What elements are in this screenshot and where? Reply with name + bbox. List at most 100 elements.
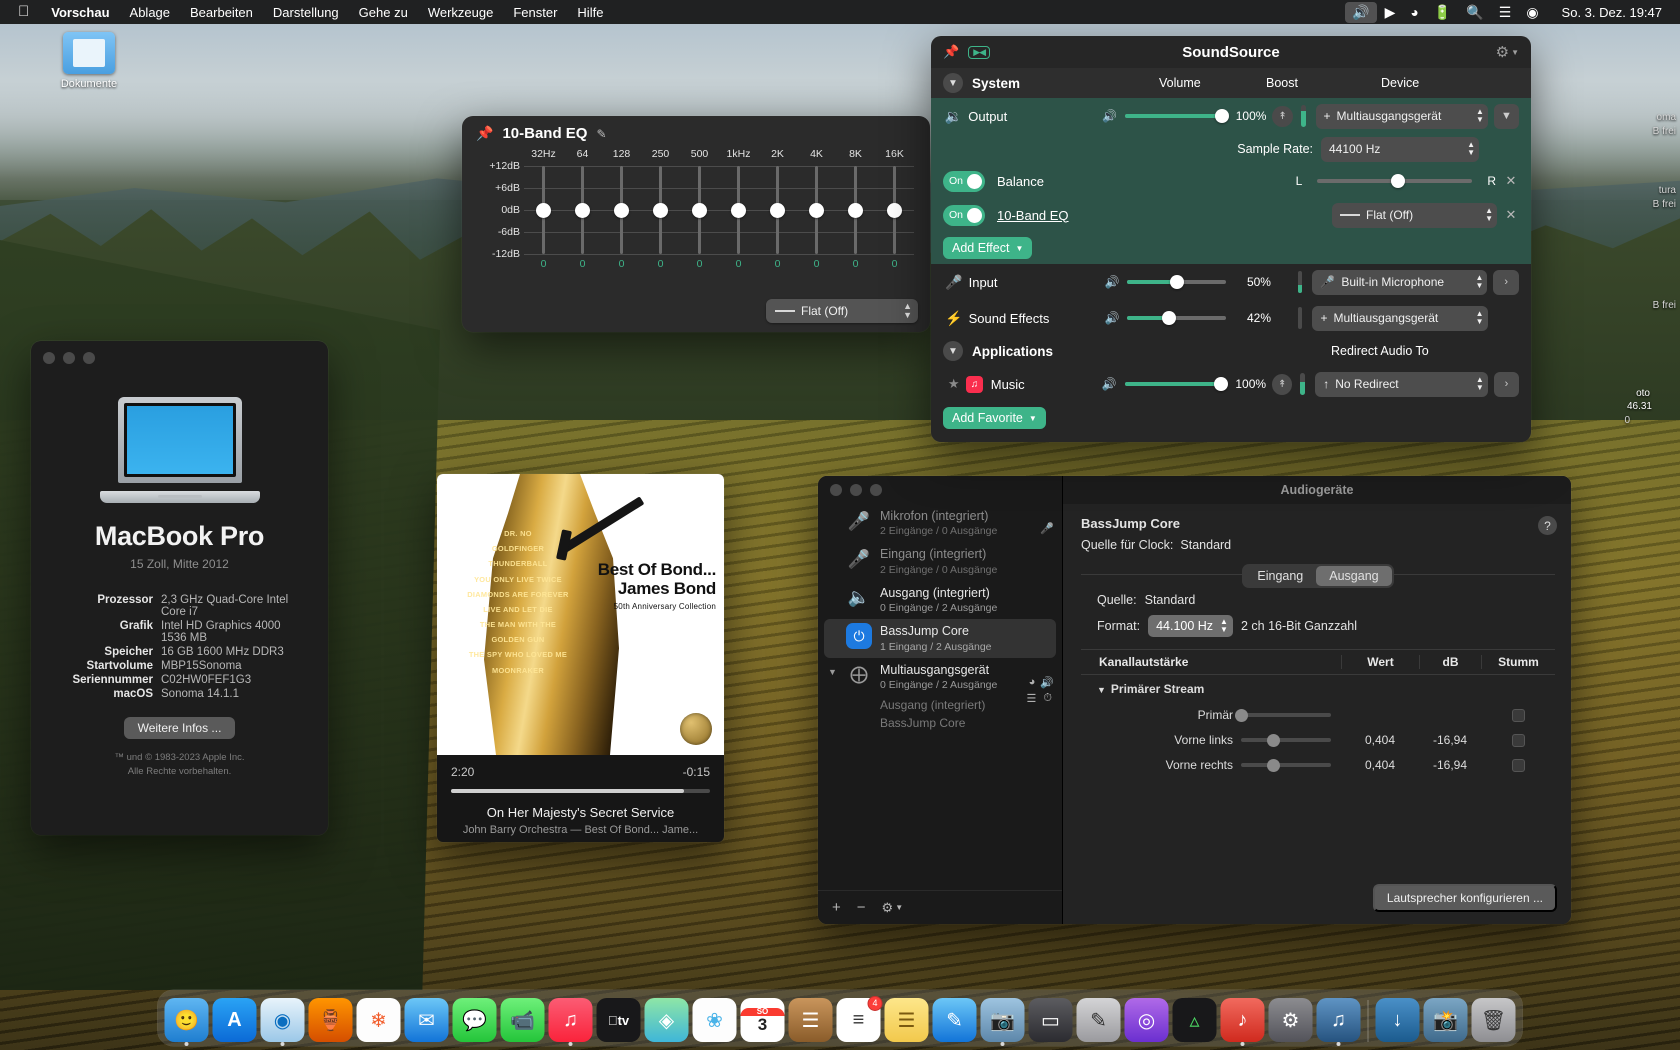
chevron-down-icon[interactable]: ▼: [828, 667, 837, 677]
dock-item-quicktime[interactable]: ▭: [1028, 998, 1073, 1042]
menu-item-ablage[interactable]: Ablage: [120, 5, 180, 20]
boost-icon[interactable]: ↟: [1272, 373, 1293, 395]
dock-item-reminders[interactable]: ≡ 4: [836, 996, 883, 1042]
minimize-button[interactable]: [850, 484, 862, 496]
eq-band-slider[interactable]: [680, 166, 719, 254]
eq-preset-select[interactable]: Flat (Off) ▲ ▼: [1332, 202, 1497, 228]
dock-item-facetime[interactable]: 📹: [500, 998, 545, 1042]
menubar-clock[interactable]: So. 3. Dez. 19:47: [1554, 5, 1672, 20]
dock-item-app-store[interactable]: A: [212, 998, 257, 1042]
eq-band-slider[interactable]: [602, 166, 641, 254]
dock-item-music[interactable]: ♫: [548, 998, 593, 1046]
tab-eingang[interactable]: Eingang: [1244, 566, 1316, 586]
list-item[interactable]: 🎤 Mikrofon (integriert) 2 Eingänge / 0 A…: [818, 504, 1062, 542]
music-redirect-select[interactable]: ↑ No Redirect ▲ ▼: [1315, 371, 1488, 397]
minimize-button[interactable]: [63, 352, 75, 364]
dock-item-finder[interactable]: 🙂: [164, 998, 209, 1046]
menu-item-bearbeiten[interactable]: Bearbeiten: [180, 5, 263, 20]
mute-checkbox[interactable]: [1511, 758, 1525, 772]
input-disclosure-button[interactable]: ›: [1493, 269, 1519, 295]
eq-effect-label[interactable]: 10-Band EQ: [997, 208, 1069, 223]
eq-band-knob[interactable]: [887, 202, 902, 218]
dock-item-screenshot[interactable]: 📸: [1423, 998, 1468, 1042]
list-item[interactable]: BassJump Core: [818, 714, 1062, 732]
eq-band-knob[interactable]: [731, 202, 746, 218]
slider-knob[interactable]: [1234, 708, 1248, 722]
menu-item-darstellung[interactable]: Darstellung: [263, 5, 349, 20]
eq-band-knob[interactable]: [692, 202, 707, 218]
slider-knob[interactable]: [1169, 275, 1184, 289]
channel-volume-slider[interactable]: [1234, 708, 1331, 722]
output-device-select[interactable]: + Multiausgangsgerät ▲ ▼: [1315, 103, 1488, 129]
slider-knob[interactable]: [1161, 311, 1176, 325]
remove-icon[interactable]: −: [857, 899, 866, 916]
dock-item-safari[interactable]: ◉: [260, 998, 305, 1046]
eq-band-knob[interactable]: [614, 202, 629, 218]
sample-rate-select[interactable]: 44100 Hz ▲ ▼: [1321, 136, 1479, 162]
dock-item-preview[interactable]: 📷: [980, 998, 1025, 1046]
eq-band-slider[interactable]: [758, 166, 797, 254]
dock-item-downloads-stack[interactable]: ↓: [1375, 998, 1420, 1042]
eq-band-knob[interactable]: [653, 202, 668, 218]
list-item[interactable]: 🔈 Ausgang (integriert) 0 Eingänge / 2 Au…: [818, 581, 1062, 619]
dock-item-system-settings[interactable]: ⚙: [1268, 998, 1313, 1042]
eq-band-slider[interactable]: [641, 166, 680, 254]
close-icon[interactable]: ✕: [1503, 173, 1519, 189]
mute-checkbox[interactable]: [1511, 708, 1525, 722]
zoom-button[interactable]: [870, 484, 882, 496]
action-gear-icon[interactable]: ⚙ ▼: [882, 900, 904, 916]
configure-speakers-button[interactable]: Lautsprecher konfigurieren ...: [1372, 884, 1557, 912]
eq-band-slider[interactable]: [836, 166, 875, 254]
dock-item-calendar[interactable]: SO 3: [740, 998, 785, 1042]
window-controls[interactable]: [43, 352, 95, 364]
music-volume-slider[interactable]: [1124, 377, 1229, 391]
ams-titlebar[interactable]: [818, 476, 1062, 504]
balance-toggle[interactable]: On: [943, 170, 985, 192]
zoom-button[interactable]: [83, 352, 95, 364]
channel-volume-slider[interactable]: [1241, 758, 1331, 772]
dock-item-textedit[interactable]: ✎: [1076, 998, 1121, 1042]
add-icon[interactable]: +: [832, 899, 841, 916]
dock-item-messages[interactable]: 💬: [452, 998, 497, 1042]
dock-item-audio-midi-setup[interactable]: ♫: [1316, 998, 1361, 1046]
list-item[interactable]: 🎤 Eingang (integriert) 2 Eingänge / 0 Au…: [818, 542, 1062, 580]
list-item[interactable]: ⏻ BassJump Core 1 Eingang / 2 Ausgänge: [824, 619, 1056, 658]
slider-knob[interactable]: [1214, 377, 1229, 391]
menu-item-werkzeuge[interactable]: Werkzeuge: [418, 5, 504, 20]
eq-band-slider[interactable]: [797, 166, 836, 254]
dock-item-photos[interactable]: ❄: [356, 998, 401, 1042]
star-icon[interactable]: ★: [943, 376, 964, 392]
output-volume-slider[interactable]: [1125, 109, 1229, 123]
wifi-icon[interactable]: ◕: [1403, 2, 1425, 22]
dock-item-podcasts[interactable]: ◎: [1124, 998, 1169, 1042]
stream-group-row[interactable]: ▼ Primärer Stream: [1081, 675, 1555, 700]
dock-item-trash[interactable]: 🗑: [1471, 998, 1516, 1042]
eq-band-knob[interactable]: [770, 202, 785, 218]
pin-icon[interactable]: 📌: [476, 125, 493, 142]
playback-icon[interactable]: ▶: [1378, 2, 1403, 23]
pencil-icon[interactable]: ✎: [596, 127, 606, 141]
battery-charging-icon[interactable]: 🔋: [1427, 2, 1458, 23]
control-center-icon[interactable]: ☰: [1492, 2, 1519, 23]
desktop-icon-dokumente[interactable]: Dokumente: [46, 32, 132, 90]
eq-band-slider[interactable]: [524, 166, 563, 254]
eq-band-slider[interactable]: [563, 166, 602, 254]
pin-icon[interactable]: 📌: [943, 44, 959, 60]
slider-knob[interactable]: [1266, 758, 1280, 772]
slider-knob[interactable]: [1390, 174, 1405, 188]
spotlight-search-icon[interactable]: 🔍: [1459, 2, 1490, 23]
gear-icon[interactable]: ⚙ ▼: [1496, 43, 1519, 61]
eq-band-knob[interactable]: [575, 202, 590, 218]
more-info-button[interactable]: Weitere Infos ...: [123, 717, 236, 739]
close-button[interactable]: [830, 484, 842, 496]
input-device-select[interactable]: 🎤 Built-in Microphone ▲ ▼: [1312, 269, 1488, 295]
sound-effects-device-select[interactable]: + Multiausgangsgerät ▲ ▼: [1312, 305, 1488, 331]
sound-effects-volume-slider[interactable]: [1127, 311, 1226, 325]
dock-item-contacts[interactable]: ☰: [788, 998, 833, 1042]
eq-band-knob[interactable]: [809, 202, 824, 218]
playback-progress-bar[interactable]: [451, 789, 710, 793]
menu-item-gehe-zu[interactable]: Gehe zu: [349, 5, 418, 20]
eq-band-slider[interactable]: [875, 166, 914, 254]
chevron-down-icon[interactable]: ▼: [943, 73, 963, 93]
tab-ausgang[interactable]: Ausgang: [1316, 566, 1392, 586]
